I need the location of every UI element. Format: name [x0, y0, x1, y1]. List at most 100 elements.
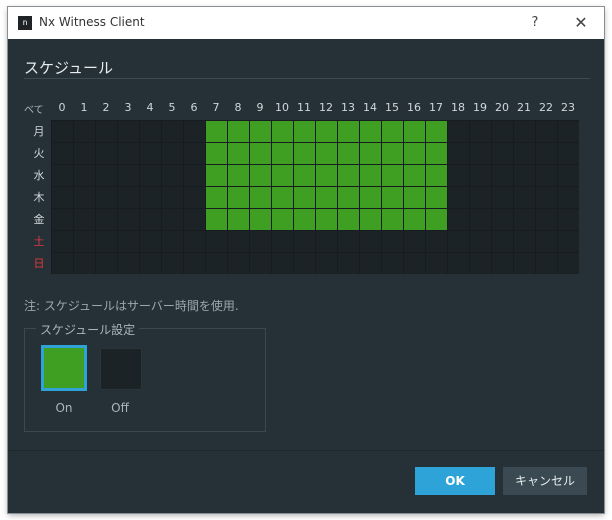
hour-label[interactable]: 15: [381, 101, 403, 114]
schedule-cell[interactable]: [536, 209, 557, 230]
schedule-cell[interactable]: [360, 121, 381, 142]
hour-label[interactable]: 7: [205, 101, 227, 114]
schedule-cell[interactable]: [140, 187, 161, 208]
schedule-cell[interactable]: [382, 253, 403, 274]
brush-off-swatch[interactable]: [100, 348, 142, 390]
schedule-cell[interactable]: [514, 209, 535, 230]
schedule-cell[interactable]: [426, 253, 447, 274]
schedule-cell[interactable]: [52, 231, 73, 252]
schedule-cell[interactable]: [448, 253, 469, 274]
schedule-cell[interactable]: [162, 253, 183, 274]
select-all-corner[interactable]: べて: [24, 101, 44, 116]
schedule-cell[interactable]: [74, 121, 95, 142]
schedule-cell[interactable]: [382, 165, 403, 186]
schedule-cell[interactable]: [448, 209, 469, 230]
schedule-cell[interactable]: [294, 187, 315, 208]
schedule-cell[interactable]: [272, 231, 293, 252]
schedule-cell[interactable]: [514, 143, 535, 164]
schedule-cell[interactable]: [470, 165, 491, 186]
schedule-cell[interactable]: [448, 231, 469, 252]
schedule-cell[interactable]: [140, 143, 161, 164]
schedule-cell[interactable]: [316, 253, 337, 274]
schedule-cell[interactable]: [140, 209, 161, 230]
schedule-cell[interactable]: [426, 121, 447, 142]
schedule-cell[interactable]: [206, 253, 227, 274]
schedule-cell[interactable]: [294, 165, 315, 186]
schedule-cell[interactable]: [514, 165, 535, 186]
schedule-cell[interactable]: [228, 187, 249, 208]
schedule-cell[interactable]: [316, 165, 337, 186]
schedule-cell[interactable]: [514, 231, 535, 252]
schedule-cell[interactable]: [360, 231, 381, 252]
day-label[interactable]: 月: [24, 123, 54, 139]
schedule-cell[interactable]: [558, 187, 579, 208]
schedule-cell[interactable]: [96, 231, 117, 252]
schedule-cell[interactable]: [250, 143, 271, 164]
hour-label[interactable]: 0: [51, 101, 73, 114]
schedule-cell[interactable]: [404, 253, 425, 274]
schedule-cell[interactable]: [338, 121, 359, 142]
schedule-cell[interactable]: [338, 143, 359, 164]
schedule-cell[interactable]: [162, 209, 183, 230]
schedule-cell[interactable]: [360, 143, 381, 164]
schedule-cell[interactable]: [360, 253, 381, 274]
schedule-cell[interactable]: [514, 253, 535, 274]
schedule-cell[interactable]: [536, 143, 557, 164]
schedule-cell[interactable]: [272, 209, 293, 230]
schedule-cell[interactable]: [316, 209, 337, 230]
schedule-cell[interactable]: [184, 143, 205, 164]
schedule-cell[interactable]: [382, 143, 403, 164]
schedule-cell[interactable]: [184, 165, 205, 186]
schedule-cell[interactable]: [536, 253, 557, 274]
schedule-cell[interactable]: [360, 165, 381, 186]
schedule-cell[interactable]: [426, 165, 447, 186]
schedule-cell[interactable]: [272, 165, 293, 186]
schedule-cell[interactable]: [558, 253, 579, 274]
schedule-cell[interactable]: [250, 209, 271, 230]
schedule-cell[interactable]: [426, 231, 447, 252]
hour-label[interactable]: 4: [139, 101, 161, 114]
schedule-cell[interactable]: [96, 121, 117, 142]
schedule-cell[interactable]: [52, 143, 73, 164]
schedule-cell[interactable]: [404, 209, 425, 230]
schedule-cell[interactable]: [470, 253, 491, 274]
schedule-cell[interactable]: [96, 209, 117, 230]
schedule-cell[interactable]: [74, 187, 95, 208]
schedule-cell[interactable]: [184, 121, 205, 142]
schedule-cell[interactable]: [228, 231, 249, 252]
schedule-cell[interactable]: [184, 187, 205, 208]
schedule-cell[interactable]: [404, 231, 425, 252]
schedule-cell[interactable]: [382, 187, 403, 208]
schedule-cell[interactable]: [272, 143, 293, 164]
schedule-cell[interactable]: [338, 165, 359, 186]
schedule-cell[interactable]: [74, 209, 95, 230]
hour-label[interactable]: 16: [403, 101, 425, 114]
schedule-cell[interactable]: [162, 187, 183, 208]
hour-label[interactable]: 20: [491, 101, 513, 114]
schedule-cell[interactable]: [404, 165, 425, 186]
schedule-cell[interactable]: [250, 253, 271, 274]
schedule-cell[interactable]: [206, 231, 227, 252]
hour-label[interactable]: 18: [447, 101, 469, 114]
schedule-cell[interactable]: [448, 165, 469, 186]
schedule-cell[interactable]: [558, 231, 579, 252]
schedule-cell[interactable]: [74, 253, 95, 274]
schedule-cell[interactable]: [118, 231, 139, 252]
schedule-cell[interactable]: [228, 143, 249, 164]
schedule-cell[interactable]: [404, 187, 425, 208]
schedule-cell[interactable]: [338, 187, 359, 208]
hour-label[interactable]: 8: [227, 101, 249, 114]
schedule-cell[interactable]: [52, 209, 73, 230]
schedule-cell[interactable]: [118, 143, 139, 164]
schedule-cell[interactable]: [316, 231, 337, 252]
schedule-cell[interactable]: [52, 165, 73, 186]
schedule-cell[interactable]: [558, 165, 579, 186]
schedule-cell[interactable]: [316, 121, 337, 142]
schedule-cell[interactable]: [272, 121, 293, 142]
schedule-cell[interactable]: [206, 165, 227, 186]
schedule-cell[interactable]: [140, 121, 161, 142]
hour-label[interactable]: 1: [73, 101, 95, 114]
schedule-cell[interactable]: [316, 143, 337, 164]
schedule-cell[interactable]: [426, 143, 447, 164]
schedule-cell[interactable]: [250, 187, 271, 208]
